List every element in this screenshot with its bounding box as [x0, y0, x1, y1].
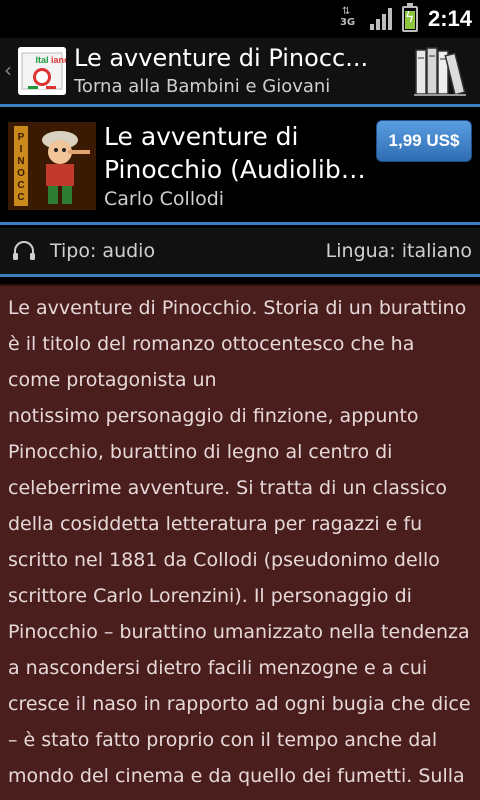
svg-text:Ital: Ital — [35, 55, 48, 65]
status-icons: ⇅ 3G ϟ 2:14 — [338, 3, 472, 34]
header-divider — [0, 104, 480, 107]
svg-text:O: O — [17, 168, 25, 179]
svg-text:N: N — [17, 156, 24, 167]
description-panel[interactable]: Le avventure di Pinocchio. Storia di un … — [0, 284, 480, 800]
status-bar: ⇅ 3G ϟ 2:14 — [0, 0, 480, 38]
status-clock: 2:14 — [427, 6, 472, 31]
back-chevron-icon[interactable]: ‹ — [4, 58, 12, 82]
info-divider — [0, 274, 480, 277]
product-title: Le avventure di Pinocchio (Audiolibro) — [104, 120, 374, 186]
type-label: Tipo: audio — [50, 240, 156, 262]
product-author[interactable]: Carlo Collodi — [104, 188, 224, 210]
product-title-line1: Le avventure di — [104, 122, 299, 151]
buy-price-button[interactable]: 1,99 US$ — [376, 120, 472, 162]
network-label: 3G — [339, 17, 356, 28]
app-logo-icon[interactable]: Ital iano — [18, 47, 66, 95]
product-row: P I N O C C Le avventure di Pinocchio (A… — [0, 108, 480, 222]
product-title-line2: Pinocchio (Audiolibro) — [104, 155, 374, 184]
battery-charging-icon: ϟ — [401, 3, 418, 32]
3g-data-icon: ⇅ 3G — [339, 6, 356, 28]
svg-text:P: P — [18, 132, 25, 143]
app-title: Le avventure di Pinocc... — [74, 44, 369, 72]
app-subtitle-back-link[interactable]: Torna alla Bambini e Giovani — [74, 76, 330, 97]
product-divider — [0, 222, 480, 225]
language-label: Lingua: italiano — [325, 240, 472, 262]
svg-text:C: C — [17, 180, 24, 191]
app-header[interactable]: ‹ Ital iano Le avventure di Pinocc... To… — [0, 38, 480, 104]
headphones-icon — [13, 241, 35, 260]
bookshelf-icon[interactable] — [414, 44, 466, 98]
description-text: Le avventure di Pinocchio. Storia di un … — [8, 297, 471, 787]
signal-strength-icon — [369, 8, 392, 30]
svg-text:iano: iano — [51, 55, 66, 65]
svg-text:C: C — [17, 192, 24, 203]
svg-text:I: I — [20, 144, 23, 155]
book-cover-image[interactable]: P I N O C C — [8, 122, 96, 210]
info-row: Tipo: audio Lingua: italiano — [0, 228, 480, 274]
